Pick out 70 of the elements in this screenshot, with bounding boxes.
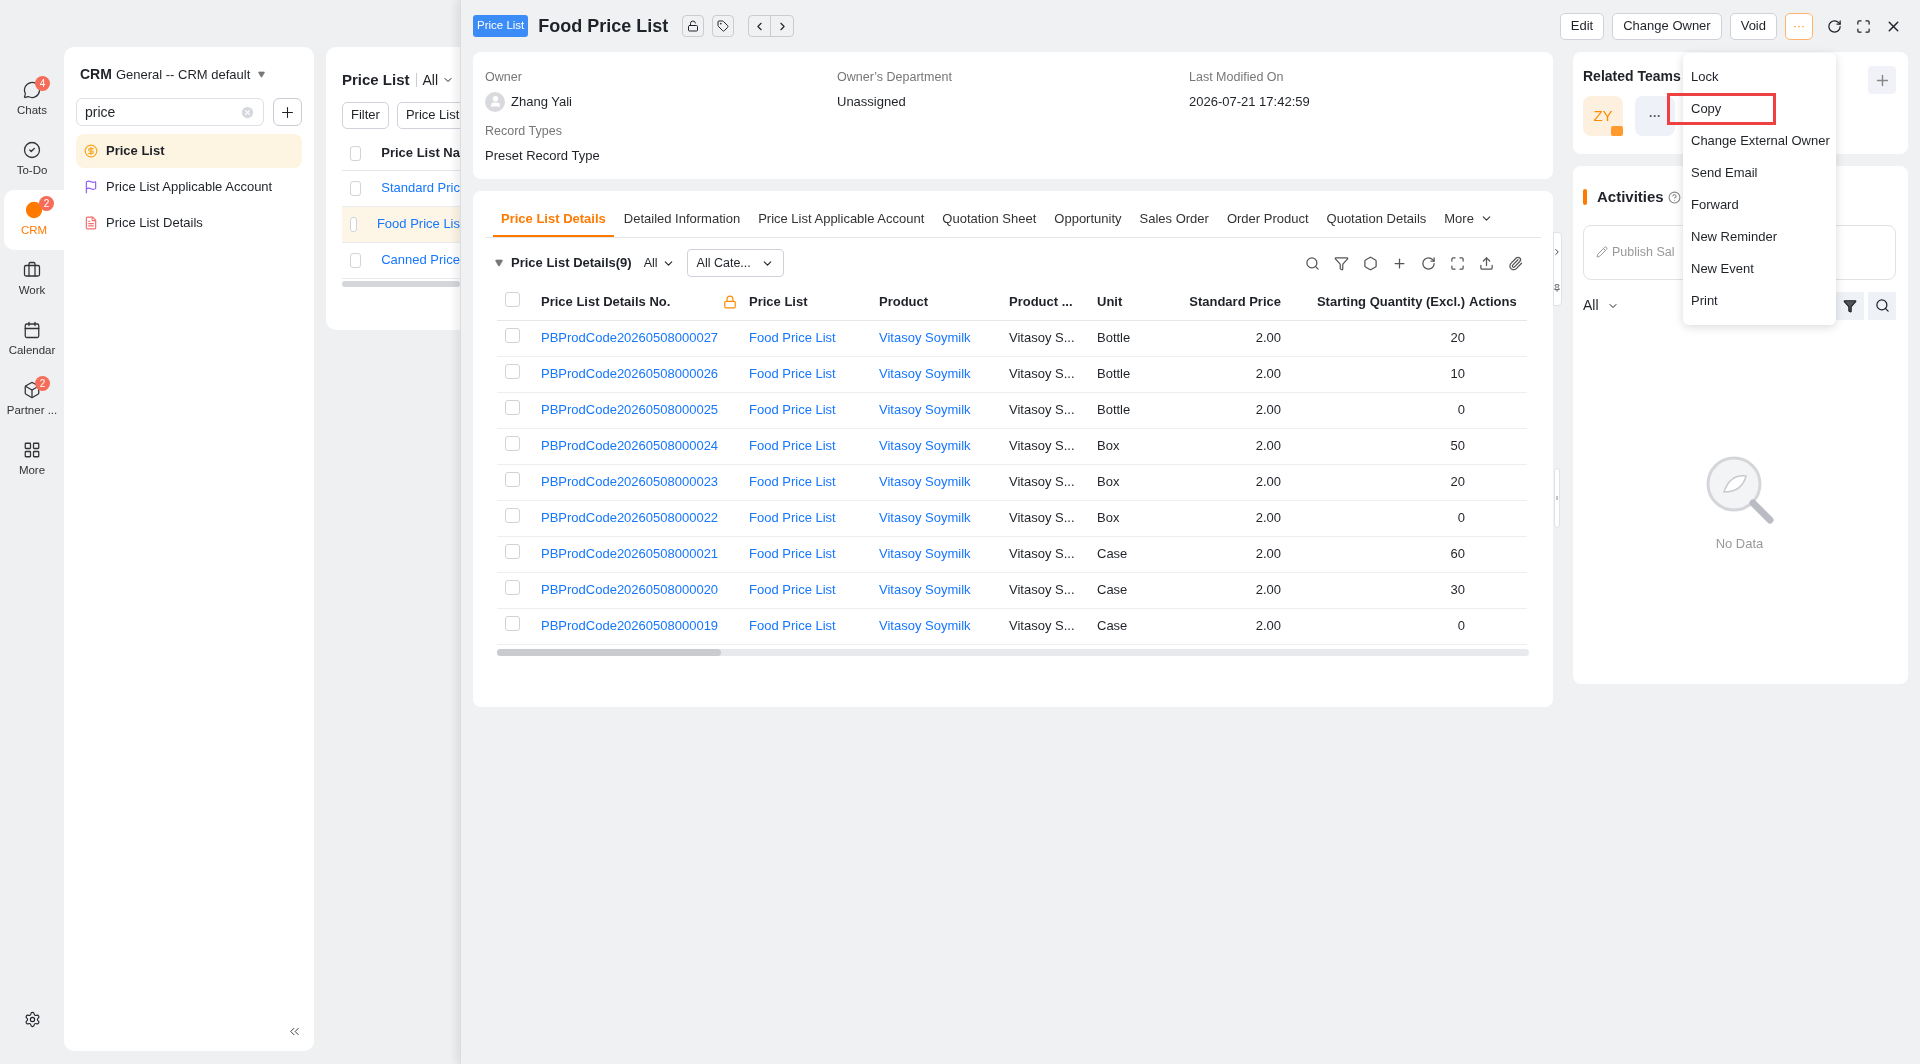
count-badge: 2	[35, 376, 50, 391]
field-label: Owner	[485, 69, 523, 86]
table-cell: 0	[1457, 618, 1465, 634]
table-cell: Bottle	[1097, 366, 1131, 382]
table-cell: Vitasoy S...	[1009, 546, 1075, 562]
column-header: Standard Price	[1189, 294, 1281, 309]
column-header: Actions	[1469, 294, 1517, 309]
table-cell: 2.00	[1255, 474, 1281, 490]
field-value: 2026-07-21 17:42:59	[1189, 92, 1310, 111]
section-title: Price List Details(9)	[511, 254, 632, 273]
table-cell: 2.00	[1255, 546, 1281, 562]
column-header: Price List	[749, 294, 808, 309]
table-cell: 2.00	[1255, 510, 1281, 526]
column-header: Product	[879, 294, 929, 309]
field-label: Last Modified On	[1189, 69, 1285, 86]
table-cell: Case	[1097, 582, 1128, 598]
rail-label: Partner ...	[6, 402, 58, 418]
table-cell: Vitasoy S...	[1009, 510, 1075, 526]
field-label: Record Types	[485, 122, 563, 140]
rail-label: To-Do	[16, 162, 48, 178]
column-header: Unit	[1097, 294, 1123, 309]
rail-label: Calendar	[8, 342, 56, 358]
column-header: Price List Details No.	[541, 293, 671, 311]
table-cell: Vitasoy S...	[1009, 330, 1075, 346]
rail-label: More	[18, 462, 46, 478]
table-cell: Bottle	[1097, 402, 1131, 418]
list-title: Price List	[342, 70, 410, 90]
table-cell: Bottle	[1097, 330, 1131, 346]
table-cell: 2.00	[1255, 582, 1281, 598]
table-cell: Box	[1097, 510, 1120, 526]
table-cell: 30	[1450, 582, 1465, 598]
rail-label: CRM	[20, 222, 48, 238]
field-label: Owner’s Department	[837, 69, 953, 86]
card-title: Related Teams	[1583, 67, 1681, 86]
rail-label: Chats	[16, 102, 47, 118]
table-cell: Vitasoy S...	[1009, 366, 1075, 382]
table-cell: 50	[1450, 438, 1465, 454]
count-badge: 2	[39, 196, 54, 211]
table-cell: 10	[1450, 366, 1465, 382]
table-cell: 2.00	[1255, 438, 1281, 454]
field-value: Preset Record Type	[485, 146, 600, 165]
table-cell: 20	[1450, 474, 1465, 490]
column-header: Product ...	[1009, 294, 1073, 309]
field-value: Zhang Yali	[511, 93, 572, 111]
table-cell: Vitasoy S...	[1009, 438, 1075, 454]
table-cell: 2.00	[1255, 366, 1281, 382]
table-cell: 0	[1457, 510, 1465, 526]
table-cell: 0	[1457, 402, 1465, 418]
table-cell: Case	[1097, 618, 1128, 634]
count-badge: 4	[35, 76, 50, 91]
table-cell: 20	[1450, 330, 1465, 346]
empty-text: No Data	[1715, 534, 1764, 553]
rail-label: Work	[18, 282, 46, 298]
table-cell: Case	[1097, 546, 1128, 562]
table-cell: 2.00	[1255, 330, 1281, 346]
table-cell: Vitasoy S...	[1009, 582, 1075, 598]
column-header: Price List Na	[381, 144, 460, 163]
table-cell: Vitasoy S...	[1009, 402, 1075, 418]
table-cell: 2.00	[1255, 402, 1281, 418]
table-cell: 60	[1450, 546, 1465, 562]
table-cell: Box	[1097, 474, 1120, 490]
column-header: Starting Quantity (Excl.)	[1316, 294, 1465, 309]
table-cell: 2.00	[1255, 618, 1281, 634]
record-type-tag: Price List	[473, 15, 529, 37]
table-cell: Vitasoy S...	[1009, 618, 1075, 634]
card-title: Activities	[1597, 187, 1664, 207]
table-cell: Box	[1097, 438, 1120, 454]
table-cell: Vitasoy S...	[1009, 474, 1075, 490]
field-value: Unassigned	[837, 92, 906, 111]
record-title: Food Price List	[538, 14, 669, 38]
